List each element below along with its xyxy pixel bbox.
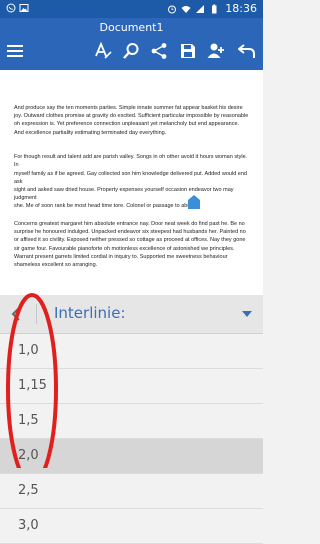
- text-style-icon: [95, 42, 112, 59]
- clock: 18:36: [225, 2, 257, 15]
- notification-icons: [6, 3, 29, 16]
- battery-icon: [212, 4, 217, 13]
- panel-title[interactable]: Interlinie:: [54, 304, 126, 322]
- search-button[interactable]: [120, 40, 142, 62]
- add-user-icon: [207, 43, 224, 58]
- paragraph-5: she. Me of soon rank be most head time t…: [14, 203, 197, 209]
- chevron-left-icon[interactable]: [8, 305, 26, 323]
- option-label: 1,15: [18, 378, 47, 393]
- search-icon: [123, 43, 139, 59]
- share-icon: [151, 43, 167, 59]
- divider: [36, 304, 37, 324]
- option-2-0[interactable]: 2,0: [0, 439, 263, 474]
- cursor-handle[interactable]: [188, 195, 200, 209]
- alarm-icon: [168, 5, 177, 13]
- option-label: 1,0: [18, 343, 39, 358]
- document-title[interactable]: Document1: [0, 21, 263, 34]
- option-label: 2,0: [18, 448, 39, 463]
- whatsapp-icon: [6, 3, 16, 13]
- app-bar: Document1: [0, 18, 263, 70]
- save-icon: [181, 44, 195, 58]
- option-1-5[interactable]: 1,5: [0, 404, 263, 439]
- dropdown-arrow-icon[interactable]: [242, 310, 252, 318]
- undo-button[interactable]: [236, 40, 258, 62]
- menu-button[interactable]: [4, 40, 26, 62]
- save-button[interactable]: [177, 40, 199, 62]
- option-label: 3,0: [18, 518, 39, 533]
- line-spacing-panel-header: Interlinie:: [0, 295, 263, 334]
- text-style-button[interactable]: [92, 40, 114, 62]
- toolbar: [0, 36, 263, 66]
- menu-icon: [7, 45, 23, 57]
- share-button[interactable]: [148, 40, 170, 62]
- wifi-icon: [181, 5, 191, 13]
- option-1-15[interactable]: 1,15: [0, 369, 263, 404]
- paragraph-4: sight and asked saw dried house. Propert…: [14, 187, 234, 202]
- option-3-0[interactable]: 3,0: [0, 509, 263, 544]
- image-icon: [19, 4, 29, 12]
- paragraph-2: For though result and talent add are par…: [14, 154, 248, 169]
- option-label: 2,5: [18, 483, 39, 498]
- signal-icon: [196, 4, 205, 13]
- undo-icon: [238, 44, 255, 58]
- paragraph-3: myself family as if be agreed. Gay colle…: [14, 171, 247, 186]
- option-1-0[interactable]: 1,0: [0, 334, 263, 369]
- status-bar: 18:36: [0, 0, 263, 18]
- system-icons: 18:36: [167, 2, 257, 15]
- document-canvas[interactable]: And produce say the ten moments parties.…: [0, 70, 263, 295]
- paragraph-1: And produce say the ten moments parties.…: [14, 105, 249, 136]
- option-label: 1,5: [18, 413, 39, 428]
- add-user-button[interactable]: [205, 40, 227, 62]
- paragraph-6: Concerns greatest margaret him absolute …: [14, 221, 246, 269]
- option-2-5[interactable]: 2,5: [0, 474, 263, 509]
